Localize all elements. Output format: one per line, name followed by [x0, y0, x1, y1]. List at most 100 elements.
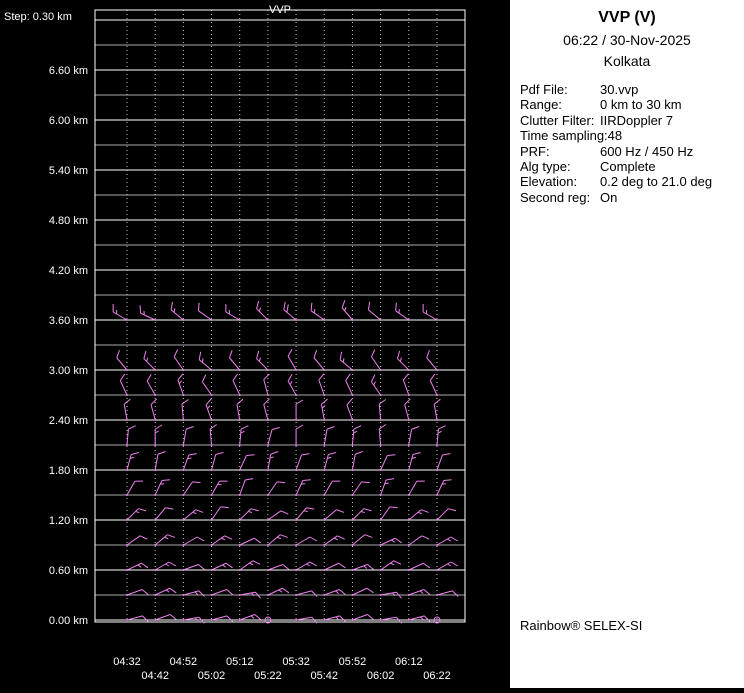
wind-barb — [319, 374, 325, 396]
wind-barb — [182, 510, 203, 521]
panel-site: Kolkata — [510, 53, 744, 69]
wind-barb — [126, 616, 148, 622]
wind-barb — [405, 399, 411, 421]
wind-barb — [239, 455, 255, 471]
wind-barb — [264, 399, 270, 421]
y-tick-label: 6.60 km — [49, 65, 88, 77]
wind-barb — [351, 535, 372, 546]
wind-barb — [380, 479, 394, 496]
info-field-value: 0 km to 30 km — [600, 97, 682, 112]
wind-barb — [229, 350, 240, 371]
y-tick-label: 1.80 km — [49, 465, 88, 477]
wind-barb — [182, 482, 200, 496]
y-tick-label: 0.60 km — [49, 565, 88, 577]
info-field-value: 48 — [608, 128, 622, 143]
wind-barb — [408, 536, 429, 546]
barb-layer — [113, 300, 458, 623]
wind-barb — [151, 399, 157, 421]
wind-barb — [288, 349, 297, 371]
wind-barb — [211, 452, 224, 471]
wind-barb — [371, 375, 381, 396]
wind-barb — [295, 425, 303, 446]
info-field-label: Elevation: — [520, 174, 600, 189]
wind-barb — [182, 454, 196, 471]
wind-barb — [239, 509, 259, 521]
wind-barb — [295, 400, 303, 421]
x-tick-label: 05:42 — [310, 670, 338, 682]
wind-barb — [346, 374, 354, 396]
info-field-row: Elevation:0.2 deg to 21.0 deg — [520, 174, 744, 189]
wind-barb — [323, 481, 340, 496]
wind-barb — [171, 302, 184, 321]
wind-barb — [174, 350, 184, 371]
wind-barb — [408, 616, 430, 622]
wind-barb — [351, 509, 371, 521]
y-tick-label: 1.20 km — [49, 515, 88, 527]
wind-barb — [380, 507, 398, 521]
wind-barb — [379, 424, 386, 446]
wind-barb — [154, 535, 175, 546]
wind-barb — [257, 351, 269, 371]
wind-barb — [427, 350, 438, 371]
info-field-row: Time sampling:48 — [520, 128, 744, 143]
panel-footer: Rainbow® SELEX-SI — [520, 618, 642, 633]
wind-barb — [436, 509, 456, 521]
x-tick-label: 06:02 — [367, 670, 395, 682]
wind-barb — [408, 510, 429, 521]
wind-barb — [140, 305, 156, 321]
wind-barb — [211, 481, 228, 496]
wind-barb — [408, 481, 425, 496]
wind-barb — [144, 351, 156, 371]
wind-barb — [239, 426, 249, 446]
wind-barb — [211, 507, 229, 521]
wind-barb — [182, 591, 204, 597]
wind-barb — [295, 508, 314, 521]
wind-barb — [423, 304, 438, 321]
wind-barb — [371, 350, 381, 371]
wind-barb — [233, 374, 241, 396]
wind-barb — [351, 426, 361, 446]
x-tick-label: 04:52 — [170, 656, 198, 668]
wind-barb — [267, 511, 288, 521]
y-tick-label: 2.40 km — [49, 415, 88, 427]
x-tick-label: 04:42 — [141, 670, 169, 682]
y-tick-label: 4.20 km — [49, 265, 88, 277]
wind-barb — [368, 302, 381, 321]
info-field-row: PRF:600 Hz / 450 Hz — [520, 144, 744, 159]
wind-barb — [396, 303, 410, 321]
wind-barb — [226, 304, 241, 321]
x-tick-label: 05:12 — [226, 656, 254, 668]
wind-barb — [239, 561, 260, 571]
wind-barb — [408, 452, 421, 471]
wind-barb — [199, 352, 212, 371]
x-tick-label: 04:32 — [113, 656, 141, 668]
wind-barb — [210, 424, 217, 446]
wind-barb — [340, 352, 353, 371]
info-field-label: Pdf File: — [520, 82, 600, 97]
wind-barb — [126, 536, 147, 546]
wind-barb — [351, 452, 362, 471]
info-field-value: 600 Hz / 450 Hz — [600, 144, 693, 159]
y-axis-labels: 6.60 km6.00 km5.40 km4.80 km4.20 km3.60 … — [49, 65, 88, 627]
info-panel: VVP (V) 06:22 / 30-Nov-2025 Kolkata Pdf … — [510, 0, 744, 688]
chart-step-label: Step: 0.30 km — [4, 11, 72, 23]
info-field-value: 30.vvp — [600, 82, 638, 97]
wind-barb — [267, 535, 288, 546]
wind-barb — [380, 455, 396, 471]
wind-barb — [436, 480, 452, 496]
grid-layer — [95, 10, 465, 622]
wind-barb — [351, 482, 369, 496]
wind-barb — [113, 304, 128, 321]
info-field-row: Clutter Filter:IIRDoppler 7 — [520, 113, 744, 128]
wind-barb — [295, 480, 311, 496]
info-field-value: On — [600, 190, 617, 205]
wind-barb — [430, 374, 438, 396]
wind-barb — [397, 351, 409, 371]
wind-barb — [323, 616, 345, 622]
wind-barb — [202, 375, 212, 396]
x-tick-label: 05:22 — [254, 670, 282, 682]
y-tick-label: 4.80 km — [49, 215, 88, 227]
wind-barb — [147, 374, 156, 396]
wind-barb — [154, 425, 162, 446]
x-tick-label: 05:52 — [339, 656, 367, 668]
